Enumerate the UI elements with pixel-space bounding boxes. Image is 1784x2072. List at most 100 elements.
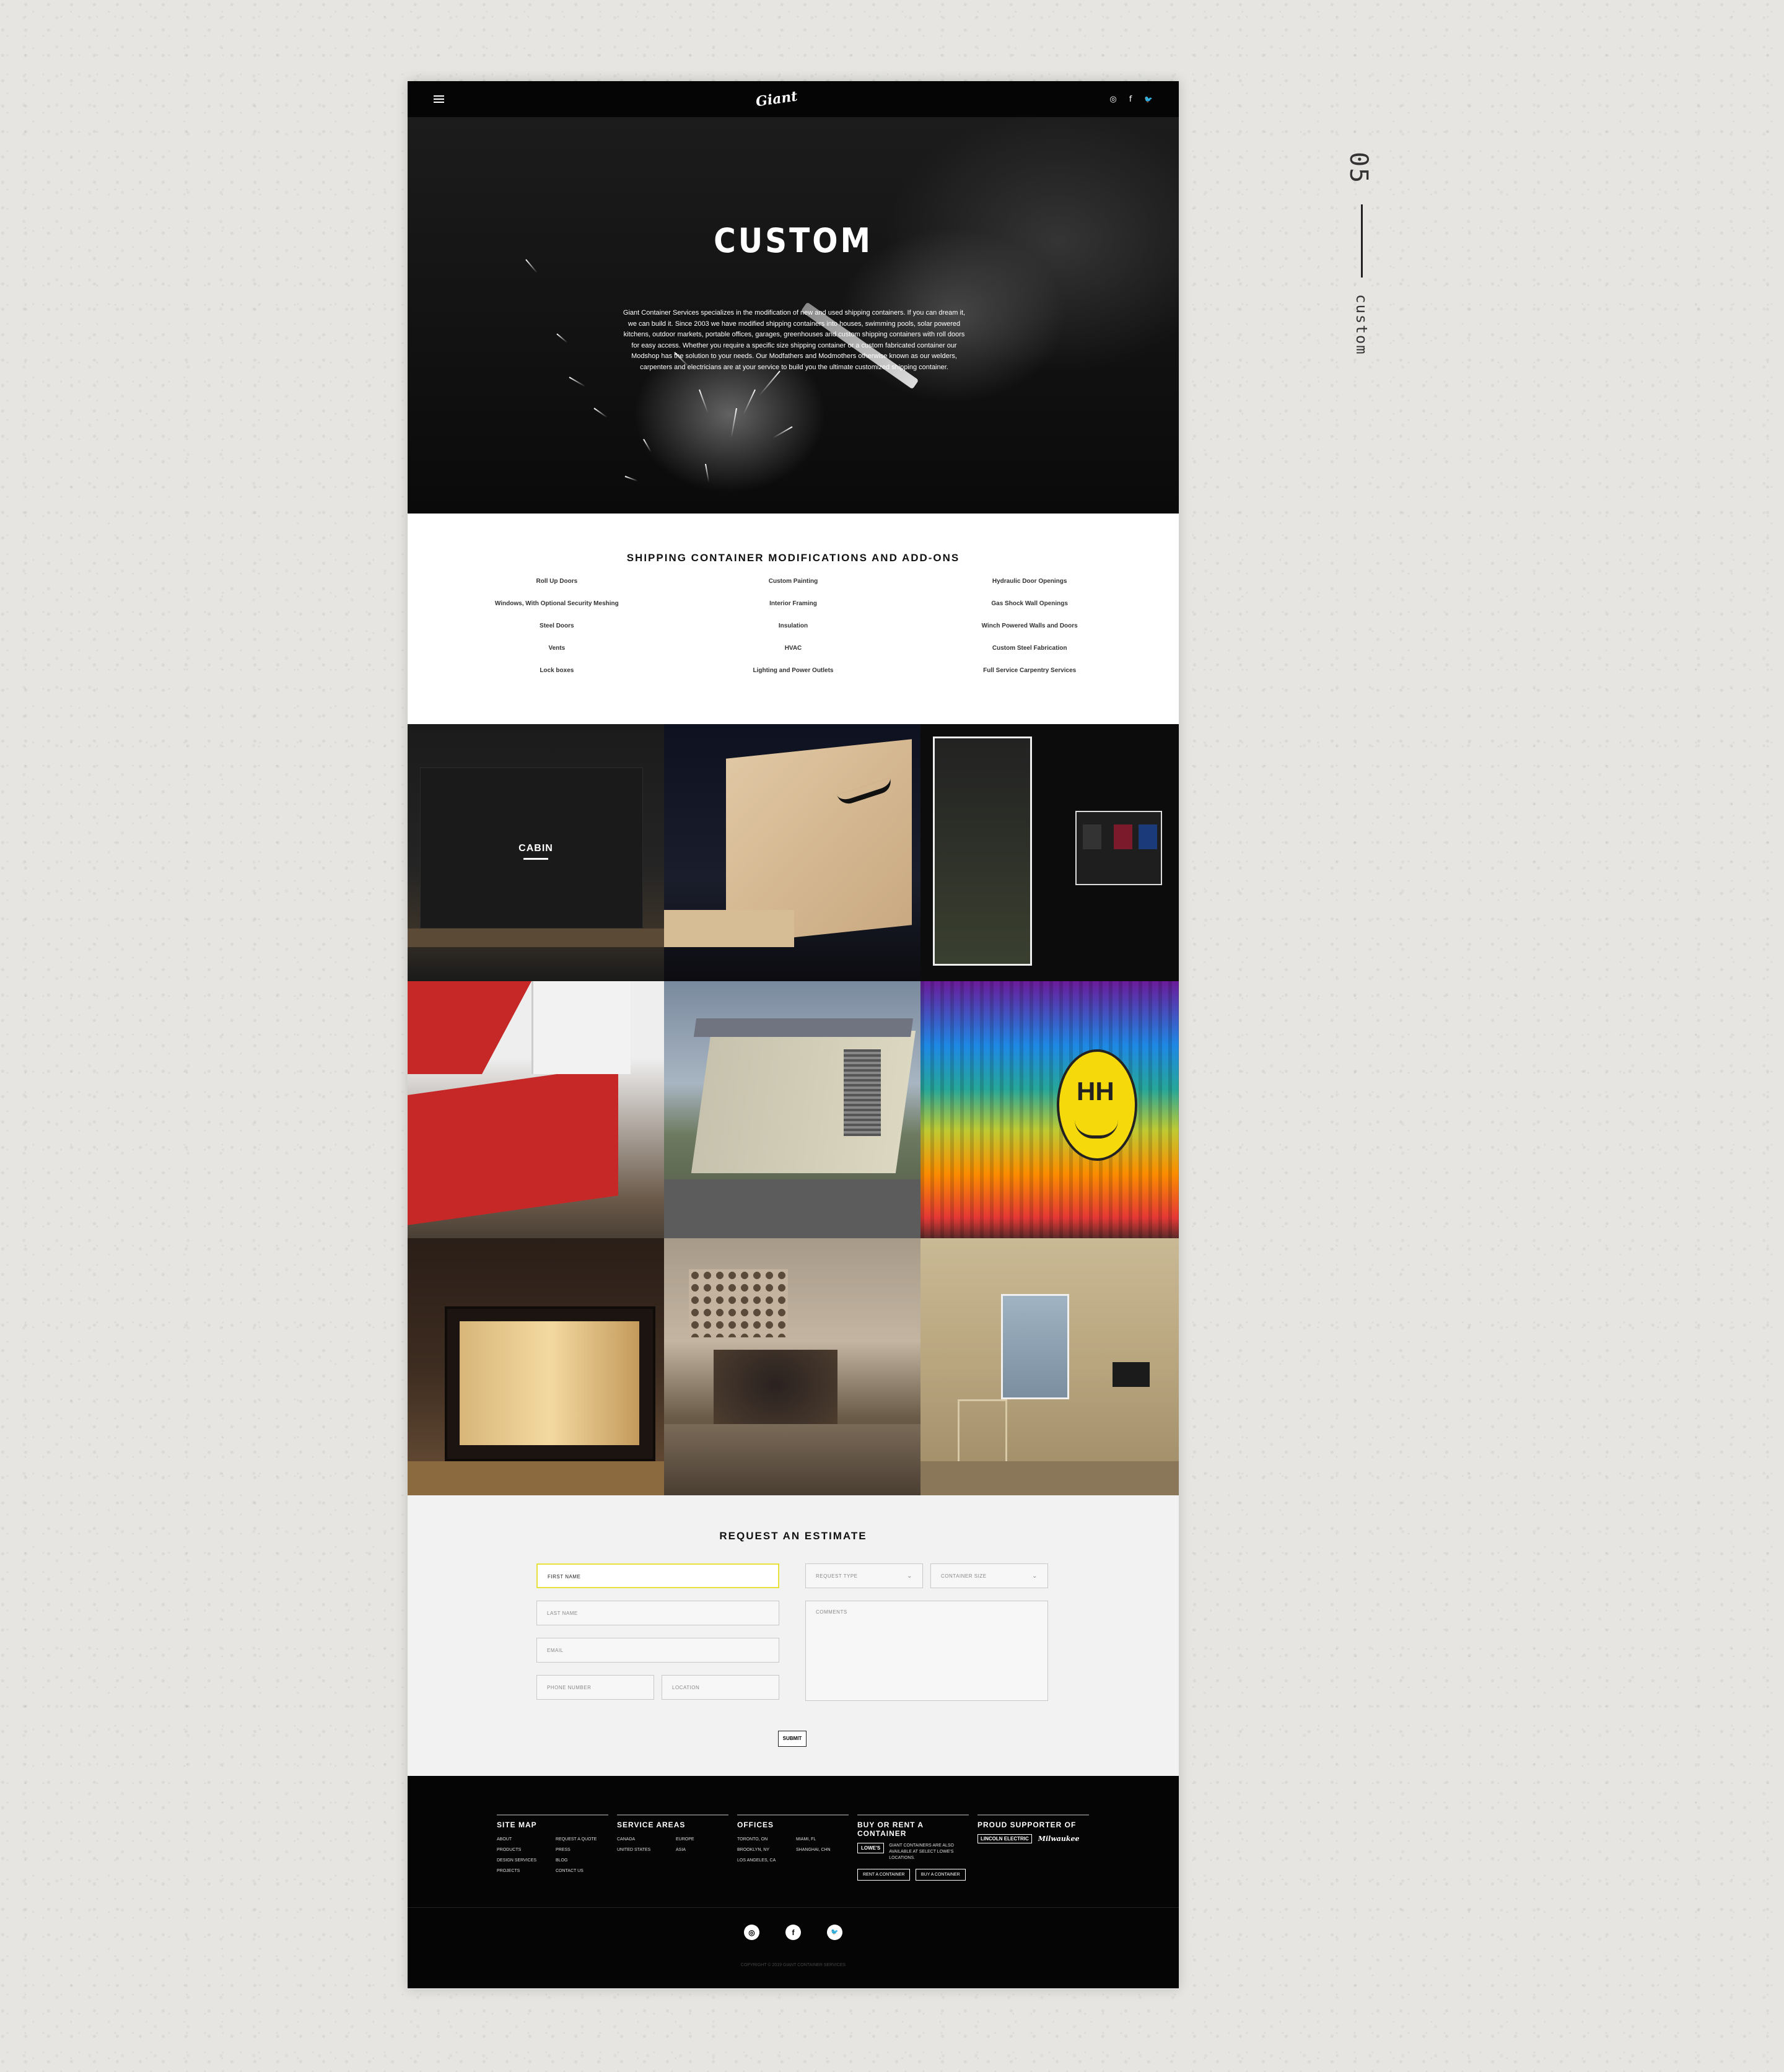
gallery-tile-interior[interactable] — [920, 1238, 1179, 1495]
lowes-note: GIANT CONTAINERS ARE ALSO AVAILABLE AT S… — [889, 1843, 955, 1860]
milwaukee-logo: Milwaukee — [1038, 1835, 1080, 1843]
facebook-icon[interactable]: f — [1129, 95, 1132, 104]
footer-heading: PROUD SUPPORTER OF — [977, 1821, 1077, 1829]
footer-link[interactable]: LOS ANGELES, CA — [737, 1855, 790, 1866]
floor — [408, 1461, 664, 1495]
footer-link[interactable]: ASIA — [676, 1845, 728, 1855]
gallery-tile-glass[interactable] — [408, 1238, 664, 1495]
website-mockup: Giant ◎ f 🐦 CUSTOM Giant Container Servi… — [408, 81, 1179, 1989]
footer-link[interactable]: BLOG — [556, 1855, 608, 1866]
footer-heading: SITE MAP — [497, 1821, 537, 1829]
window — [1001, 1294, 1069, 1399]
modification-item: Vents — [548, 645, 566, 652]
stage-platform — [664, 910, 794, 947]
spark — [624, 476, 639, 482]
footer-link[interactable]: REQUEST A QUOTE — [556, 1834, 608, 1845]
last-name-input[interactable]: LAST NAME — [536, 1601, 779, 1625]
estimate-title: REQUEST AN ESTIMATE — [719, 1530, 867, 1542]
menu-icon[interactable] — [434, 95, 444, 103]
footer-link[interactable]: DESIGN SERVICES — [497, 1855, 549, 1866]
phone-input[interactable]: PHONE NUMBER — [536, 1675, 654, 1700]
cabin-label: CABIN — [408, 843, 664, 860]
display-frame — [1075, 811, 1162, 885]
television — [1113, 1362, 1150, 1387]
spark — [730, 408, 737, 438]
footer-sponsors: PROUD SUPPORTER OF LINCOLN ELECTRIC Milw… — [977, 1814, 1089, 1881]
house-wall — [691, 1031, 916, 1173]
footer-link[interactable]: ABOUT — [497, 1834, 549, 1845]
footer-link[interactable]: PRESS — [556, 1845, 608, 1855]
gallery-tile-rainbow[interactable]: HH — [920, 981, 1179, 1238]
social-links: ◎ f 🐦 — [1109, 95, 1153, 104]
footer-link[interactable]: EUROPE — [676, 1834, 728, 1845]
white-container — [531, 981, 631, 1074]
modifications-title: SHIPPING CONTAINER MODIFICATIONS AND ADD… — [626, 552, 960, 564]
footer-link[interactable]: TORONTO, ON — [737, 1834, 790, 1845]
spark — [556, 333, 568, 343]
modification-item: Custom Steel Fabrication — [992, 645, 1067, 652]
footer-divider — [408, 1907, 1179, 1908]
location-input[interactable]: LOCATION — [662, 1675, 779, 1700]
modification-item: Insulation — [778, 623, 808, 629]
hero-description: Giant Container Services specializes in … — [623, 309, 966, 371]
spark — [758, 370, 780, 396]
instagram-icon[interactable]: ◎ — [1109, 95, 1116, 104]
modification-item: Winch Powered Walls and Doors — [981, 623, 1078, 629]
house-vent — [844, 1049, 881, 1136]
top-navigation: Giant ◎ f 🐦 — [408, 81, 1179, 117]
footer-link[interactable]: BROOKLYN, NY — [737, 1845, 790, 1855]
modifications-section: SHIPPING CONTAINER MODIFICATIONS AND ADD… — [408, 514, 1179, 724]
rent-container-button[interactable]: RENT A CONTAINER — [857, 1869, 911, 1881]
gallery-tile-cabin[interactable]: CABIN — [408, 724, 664, 981]
footer-link[interactable]: CANADA — [617, 1834, 670, 1845]
footer-buy-rent: BUY OR RENT A CONTAINER LOWE'S GIANT CON… — [857, 1814, 969, 1881]
request-type-label: REQUEST TYPE — [816, 1573, 858, 1579]
footer-link[interactable]: PROJECTS — [497, 1866, 549, 1876]
first-name-input[interactable]: FIRST NAME — [536, 1563, 779, 1588]
spark — [705, 463, 710, 483]
modifications-column: Roll Up Doors Windows, With Optional Sec… — [439, 578, 675, 689]
gallery-tile-event[interactable] — [664, 1238, 920, 1495]
footer-link[interactable]: PRODUCTS — [497, 1845, 549, 1855]
modifications-column: Hydraulic Door Openings Gas Shock Wall O… — [911, 578, 1148, 689]
container-ribs — [920, 981, 1179, 1238]
modifications-column: Custom Painting Interior Framing Insulat… — [675, 578, 912, 689]
bar-stool — [958, 1399, 1007, 1467]
twitter-icon[interactable]: 🐦 — [1144, 95, 1153, 103]
container-size-label: CONTAINER SIZE — [941, 1573, 987, 1579]
footer-link[interactable]: SHANGHAI, CHN — [796, 1845, 849, 1855]
site-footer: SITE MAP ABOUT REQUEST A QUOTE PRODUCTS … — [408, 1776, 1179, 1988]
footer-heading: OFFICES — [737, 1821, 774, 1829]
container-frame — [445, 1306, 655, 1461]
instagram-icon[interactable]: ◎ — [744, 1925, 759, 1940]
estimate-section: REQUEST AN ESTIMATE FIRST NAME LAST NAME… — [408, 1495, 1179, 1776]
section-label: custom — [1353, 294, 1370, 356]
footer-social: ◎ f 🐦 — [408, 1925, 1179, 1940]
modification-item: Interior Framing — [769, 600, 817, 607]
ground — [664, 1179, 920, 1238]
comments-textarea[interactable]: COMMENTS — [805, 1601, 1048, 1701]
gallery-tile-house[interactable] — [664, 981, 920, 1238]
site-logo[interactable]: Giant — [755, 88, 799, 110]
footer-link[interactable]: MIAMI, FL — [796, 1834, 849, 1845]
lowes-logo: LOWE'S — [857, 1843, 885, 1853]
twitter-icon[interactable]: 🐦 — [827, 1925, 842, 1940]
facebook-icon[interactable]: f — [785, 1925, 801, 1940]
footer-link[interactable]: CONTACT US — [556, 1866, 608, 1876]
spark — [593, 408, 608, 418]
spark — [699, 389, 709, 413]
gallery-tile-display[interactable] — [920, 724, 1179, 981]
submit-button[interactable]: SUBMIT — [778, 1731, 807, 1747]
chevron-down-icon: ⌄ — [1032, 1573, 1038, 1580]
buy-container-button[interactable]: BUY A CONTAINER — [915, 1869, 966, 1881]
modification-item: Windows, With Optional Security Meshing — [494, 600, 619, 607]
gallery-tile-disaster[interactable] — [408, 981, 664, 1238]
email-input[interactable]: EMAIL — [536, 1638, 779, 1663]
footer-link[interactable]: UNITED STATES — [617, 1845, 670, 1855]
gallery-tile-nike[interactable] — [664, 724, 920, 981]
spark — [643, 439, 652, 453]
floor — [920, 1461, 1179, 1495]
house-roof — [693, 1018, 914, 1037]
container-size-select[interactable]: CONTAINER SIZE ⌄ — [930, 1563, 1048, 1588]
request-type-select[interactable]: REQUEST TYPE ⌄ — [805, 1563, 923, 1588]
